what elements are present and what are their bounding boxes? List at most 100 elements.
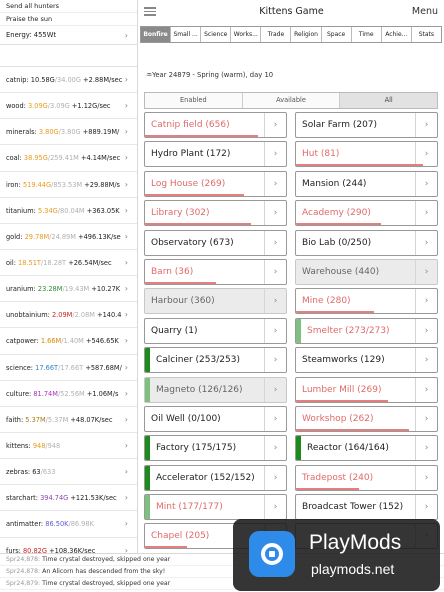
building-button[interactable]: Academy (290) › bbox=[295, 200, 438, 227]
building-toggle-chevron-icon[interactable]: › bbox=[415, 436, 437, 461]
tab-religion[interactable]: Religion bbox=[291, 27, 322, 42]
building-button[interactable]: Workshop (262) › bbox=[295, 405, 438, 432]
send-hunters-link[interactable]: Send all hunters bbox=[0, 0, 137, 13]
resource-row[interactable]: iron: 519.44G/853.53M +29.88M/s › bbox=[0, 172, 137, 198]
building-toggle-chevron-icon[interactable]: › bbox=[264, 495, 286, 520]
building-toggle-chevron-icon[interactable]: › bbox=[264, 289, 286, 314]
tab-works[interactable]: Works... bbox=[231, 27, 262, 42]
building-button[interactable]: Reactor (164/164) › bbox=[295, 435, 438, 462]
resource-name: catnip: bbox=[6, 76, 29, 84]
resource-row[interactable]: titanium: 5.34G/80.04M +363.05K › bbox=[0, 198, 137, 224]
building-toggle-chevron-icon[interactable]: › bbox=[264, 465, 286, 490]
energy-row[interactable]: Energy: 455Wt › bbox=[0, 26, 137, 45]
building-button[interactable]: Warehouse (440) › bbox=[295, 258, 438, 285]
building-toggle-chevron-icon[interactable]: › bbox=[415, 201, 437, 226]
resource-row[interactable]: antimatter: 86.50K/86.98K › bbox=[0, 511, 137, 538]
resource-row[interactable]: science: 17.66T/17.66T +587.68M/› bbox=[0, 355, 137, 381]
building-button[interactable]: Smelter (273/273) › bbox=[295, 317, 438, 344]
resource-row[interactable]: minerals: 3.80G/3.80G +889.19M/ › bbox=[0, 119, 137, 146]
building-button[interactable]: Library (302) › bbox=[144, 200, 287, 227]
building-progress-bar bbox=[145, 546, 188, 549]
building-button[interactable]: Harbour (360) › bbox=[144, 288, 287, 315]
resource-row[interactable]: catpower: 1.66M/1.40M +546.65K › bbox=[0, 328, 137, 355]
resource-row[interactable]: culture: 81.74M/52.56M +1.06M/s › bbox=[0, 381, 137, 407]
filter-enabled[interactable]: Enabled bbox=[145, 93, 243, 108]
building-toggle-chevron-icon[interactable]: › bbox=[264, 142, 286, 167]
resource-row[interactable]: oil: 18.51T/18.28T +26.54M/sec › bbox=[0, 250, 137, 277]
building-toggle-chevron-icon[interactable]: › bbox=[264, 377, 286, 402]
tab-small[interactable]: Small ... bbox=[171, 27, 202, 42]
building-button[interactable]: Mint (177/177) › bbox=[144, 494, 287, 521]
building-button[interactable]: Tradepost (240) › bbox=[295, 464, 438, 491]
resource-row[interactable]: kittens: 948/948 › bbox=[0, 433, 137, 460]
tab-bonfire[interactable]: Bonfire bbox=[141, 27, 172, 42]
building-toggle-chevron-icon[interactable]: › bbox=[264, 201, 286, 226]
resource-row[interactable]: starchart: 394.74G +121.53K/sec › bbox=[0, 485, 137, 512]
building-button[interactable]: Steamworks (129) › bbox=[295, 347, 438, 374]
resource-row[interactable]: unobtainium: 2.09M/2.08M +140.4 › bbox=[0, 302, 137, 329]
building-button[interactable]: Bio Lab (0/250) › bbox=[295, 229, 438, 256]
building-toggle-chevron-icon[interactable]: › bbox=[264, 113, 286, 137]
building-button[interactable]: Quarry (1) › bbox=[144, 317, 287, 344]
building-button[interactable]: Accelerator (152/152) › bbox=[144, 464, 287, 491]
building-toggle-chevron-icon[interactable]: › bbox=[415, 377, 437, 402]
filter-available[interactable]: Available bbox=[242, 93, 341, 108]
building-toggle-chevron-icon[interactable]: › bbox=[264, 171, 286, 196]
building-toggle-chevron-icon[interactable]: › bbox=[415, 230, 437, 255]
resource-row[interactable]: furs: 80.82G +108.36K/sec › bbox=[0, 538, 137, 553]
resource-row[interactable]: wood: 3.09G/3.09G +1.12G/sec › bbox=[0, 93, 137, 120]
tab-stats[interactable]: Stats bbox=[411, 27, 441, 42]
building-button[interactable]: Log House (269) › bbox=[144, 170, 287, 197]
building-button[interactable]: Mansion (244) › bbox=[295, 170, 438, 197]
building-button[interactable]: Broadcast Tower (152) › bbox=[295, 494, 438, 521]
menu-button[interactable]: Menu bbox=[412, 6, 438, 17]
tab-time[interactable]: Time bbox=[351, 27, 382, 42]
building-toggle-chevron-icon[interactable]: › bbox=[264, 348, 286, 373]
resource-row[interactable]: faith: 5.37M/5.37M +48.07K/sec › bbox=[0, 407, 137, 433]
building-button[interactable]: Factory (175/175) › bbox=[144, 435, 287, 462]
building-button[interactable]: Lumber Mill (269) › bbox=[295, 376, 438, 403]
resource-max: /24.89M bbox=[49, 232, 76, 241]
building-toggle-chevron-icon[interactable]: › bbox=[415, 318, 437, 343]
tab-trade[interactable]: Trade bbox=[261, 27, 292, 42]
tab-achie[interactable]: Achie... bbox=[381, 27, 412, 42]
resource-row[interactable]: coal: 38.95G/259.41M +4.14M/sec › bbox=[0, 145, 137, 172]
top-bar: Kittens Game Menu bbox=[139, 0, 444, 24]
filter-all[interactable]: All bbox=[340, 93, 438, 108]
building-toggle-chevron-icon[interactable]: › bbox=[264, 436, 286, 461]
building-button[interactable]: Oil Well (0/100) › bbox=[144, 405, 287, 432]
building-button[interactable]: Catnip field (656) › bbox=[144, 112, 287, 138]
building-button[interactable]: Hut (81) › bbox=[295, 141, 438, 168]
praise-sun-link[interactable]: Praise the sun bbox=[0, 13, 137, 26]
building-toggle-chevron-icon[interactable]: › bbox=[264, 230, 286, 255]
building-toggle-chevron-icon[interactable]: › bbox=[415, 495, 437, 520]
resource-list: catnip: 10.58G/34.00G +2.88M/sec › wood: 3… bbox=[0, 67, 137, 553]
building-button[interactable]: Mine (280) › bbox=[295, 288, 438, 315]
building-button[interactable]: Barn (36) › bbox=[144, 258, 287, 285]
building-toggle-chevron-icon[interactable]: › bbox=[415, 142, 437, 167]
energy-label: Energy: 455Wt bbox=[6, 31, 57, 39]
resource-row[interactable]: catnip: 10.58G/34.00G +2.88M/sec › bbox=[0, 67, 137, 94]
building-toggle-chevron-icon[interactable]: › bbox=[415, 259, 437, 284]
building-toggle-chevron-icon[interactable]: › bbox=[415, 348, 437, 373]
building-toggle-chevron-icon[interactable]: › bbox=[264, 406, 286, 431]
building-toggle-chevron-icon[interactable]: › bbox=[415, 289, 437, 314]
building-button[interactable]: Hydro Plant (172) › bbox=[144, 141, 287, 168]
resource-row[interactable]: gold: 29.78M/24.89M +496.13K/se › bbox=[0, 224, 137, 250]
building-button[interactable]: Calciner (253/253) › bbox=[144, 347, 287, 374]
building-button[interactable]: Magneto (126/126) › bbox=[144, 376, 287, 403]
building-toggle-chevron-icon[interactable]: › bbox=[264, 318, 286, 343]
building-toggle-chevron-icon[interactable]: › bbox=[415, 465, 437, 490]
building-toggle-chevron-icon[interactable]: › bbox=[415, 113, 437, 137]
building-toggle-chevron-icon[interactable]: › bbox=[264, 259, 286, 284]
resource-row[interactable]: zebras: 63/633 › bbox=[0, 459, 137, 486]
tab-space[interactable]: Space bbox=[321, 27, 352, 42]
building-toggle-chevron-icon[interactable]: › bbox=[415, 406, 437, 431]
resource-row[interactable]: uranium: 23.28M/19.43M +10.27K › bbox=[0, 276, 137, 303]
log-text: Time crystal destroyed, skipped one year bbox=[40, 556, 171, 563]
building-button[interactable]: Observatory (673) › bbox=[144, 229, 287, 256]
building-button[interactable]: Solar Farm (207) › bbox=[295, 112, 438, 138]
building-toggle-chevron-icon[interactable]: › bbox=[415, 171, 437, 196]
tab-science[interactable]: Science bbox=[201, 27, 232, 42]
chevron-right-icon: › bbox=[124, 31, 128, 40]
